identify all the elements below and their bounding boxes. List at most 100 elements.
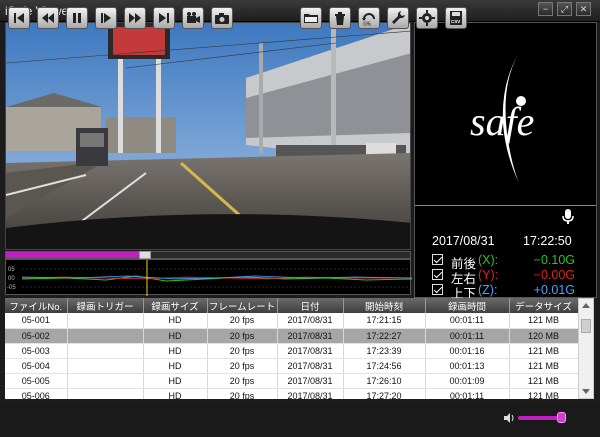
cell-duration: 00:01:13 — [425, 358, 510, 374]
cell-data-size: 121 MB — [509, 343, 578, 359]
rewind-button[interactable] — [37, 7, 59, 29]
table-row[interactable]: 05-005 HD 20 fps 2017/08/31 17:26:10 00:01:09… — [5, 373, 578, 389]
cell-start-time: 17:21:15 — [343, 313, 426, 329]
cell-duration: 00:01:11 — [425, 388, 510, 399]
skip-to-end-icon — [159, 13, 169, 23]
cell-framerate: 20 fps — [207, 343, 278, 359]
pause-icon — [73, 13, 81, 23]
column-header-rec-size[interactable]: 録画サイズ — [143, 298, 208, 313]
volume-slider[interactable] — [518, 416, 562, 420]
export-csv-button[interactable]: CSV — [445, 7, 467, 29]
cell-framerate: 20 fps — [207, 358, 278, 374]
info-divider — [415, 205, 596, 206]
table-row[interactable]: 05-003 HD 20 fps 2017/08/31 17:23:39 00:01:16… — [5, 343, 578, 359]
cell-start-time: 17:24:56 — [343, 358, 426, 374]
volume-icon — [504, 413, 514, 423]
gsensor-z-checkbox[interactable] — [432, 284, 443, 295]
microphone-icon — [562, 209, 574, 224]
minimize-button[interactable]: − — [538, 2, 553, 16]
cell-framerate: 20 fps — [207, 313, 278, 329]
rotate-button[interactable]: 回転 — [358, 7, 380, 29]
table-row[interactable]: 05-002 HD 20 fps 2017/08/31 17:22:27 00:01:11… — [5, 328, 578, 344]
scroll-up-icon[interactable] — [582, 303, 590, 308]
record-video-button[interactable] — [182, 7, 204, 29]
skip-to-start-icon — [14, 13, 24, 23]
column-header-date[interactable]: 日付 — [277, 298, 344, 313]
gsensor-y-checkbox[interactable] — [432, 269, 443, 280]
gsensor-x-checkbox[interactable] — [432, 254, 443, 265]
cell-file-no: 05-002 — [5, 328, 68, 344]
gsensor-y-axis: (Y): — [478, 268, 499, 282]
maximize-button[interactable]: ⤢ — [557, 2, 572, 16]
cell-file-no: 05-006 — [5, 388, 68, 399]
cell-rec-size: HD — [143, 358, 208, 374]
cell-trigger — [67, 358, 144, 374]
table-row[interactable]: 05-006 HD 20 fps 2017/08/31 17:27:20 00:01:11… — [5, 388, 578, 399]
column-header-start-time[interactable]: 開始時刻 — [343, 298, 426, 313]
cell-date: 2017/08/31 — [277, 373, 344, 389]
info-panel: safe 2017/08/31 17:22:50 前後 (X): −0.10G … — [414, 22, 597, 301]
cell-trigger — [67, 388, 144, 399]
cell-duration: 00:01:11 — [425, 313, 510, 329]
open-folder-button[interactable] — [300, 7, 322, 29]
column-header-framerate[interactable]: フレームレート — [207, 298, 278, 313]
seek-bar[interactable] — [5, 251, 411, 259]
cell-data-size: 121 MB — [509, 313, 578, 329]
scroll-thumb[interactable] — [581, 319, 591, 333]
gsensor-graph[interactable]: 05 00 -05 — [5, 259, 413, 296]
gsensor-z-axis: (Z): — [478, 283, 498, 297]
cell-date: 2017/08/31 — [277, 328, 344, 344]
close-button[interactable]: ✕ — [576, 2, 591, 16]
preferences-button[interactable] — [416, 7, 438, 29]
cell-data-size: 121 MB — [509, 373, 578, 389]
table-row[interactable]: 05-004 HD 20 fps 2017/08/31 17:24:56 00:01:13… — [5, 358, 578, 374]
cell-rec-size: HD — [143, 388, 208, 399]
fast-forward-icon — [129, 13, 141, 23]
gsensor-z-value: +0.01G — [533, 283, 575, 297]
skip-to-start-button[interactable] — [8, 7, 30, 29]
gsensor-row-x: 前後 (X): −0.10G — [415, 253, 596, 271]
seek-progress — [6, 252, 140, 258]
cell-file-no: 05-005 — [5, 373, 68, 389]
camera-icon — [215, 13, 229, 24]
cell-data-size: 121 MB — [509, 388, 578, 399]
column-header-duration[interactable]: 録画時間 — [425, 298, 510, 313]
wrench-icon — [392, 11, 405, 24]
cell-date: 2017/08/31 — [277, 358, 344, 374]
skip-to-end-button[interactable] — [153, 7, 175, 29]
table-scrollbar[interactable] — [578, 298, 594, 399]
column-header-trigger[interactable]: 録画トリガー — [67, 298, 144, 313]
rotate-icon: 回転 — [362, 13, 375, 26]
cell-rec-size: HD — [143, 343, 208, 359]
save-icon: CSV — [450, 11, 462, 25]
fast-forward-button[interactable] — [124, 7, 146, 29]
cell-rec-size: HD — [143, 373, 208, 389]
settings-tool-button[interactable] — [387, 7, 409, 29]
file-table: ファイルNo. 録画トリガー 録画サイズ フレームレート 日付 開始時刻 録画時… — [5, 298, 578, 399]
gsensor-row-y: 左右 (Y): −0.00G — [415, 268, 596, 286]
table-row[interactable]: 05-001 HD 20 fps 2017/08/31 17:21:15 00:01:11… — [5, 313, 578, 329]
video-scene — [6, 23, 410, 249]
gsensor-x-axis: (X): — [478, 253, 499, 267]
cell-trigger — [67, 313, 144, 329]
video-frame[interactable] — [5, 22, 411, 250]
volume-handle[interactable] — [557, 412, 566, 423]
cell-framerate: 20 fps — [207, 388, 278, 399]
seek-handle[interactable] — [139, 251, 152, 259]
gsensor-row-z: 上下 (Z): +0.01G — [415, 283, 596, 301]
rotate-label: 回転 — [363, 21, 371, 26]
cell-start-time: 17:22:27 — [343, 328, 426, 344]
gsensor-graph-plot: 05 00 -05 — [7, 260, 413, 296]
cell-start-time: 17:27:20 — [343, 388, 426, 399]
pause-button[interactable] — [66, 7, 88, 29]
column-header-data-size[interactable]: データサイズ — [509, 298, 578, 313]
snapshot-button[interactable] — [211, 7, 233, 29]
cell-file-no: 05-004 — [5, 358, 68, 374]
recording-time: 17:22:50 — [523, 234, 572, 248]
step-forward-button[interactable] — [95, 7, 117, 29]
cell-duration: 00:01:11 — [425, 328, 510, 344]
column-header-file-no[interactable]: ファイルNo. — [5, 298, 68, 313]
trash-icon — [335, 12, 345, 25]
delete-button[interactable] — [329, 7, 351, 29]
scroll-down-icon[interactable] — [582, 389, 590, 394]
